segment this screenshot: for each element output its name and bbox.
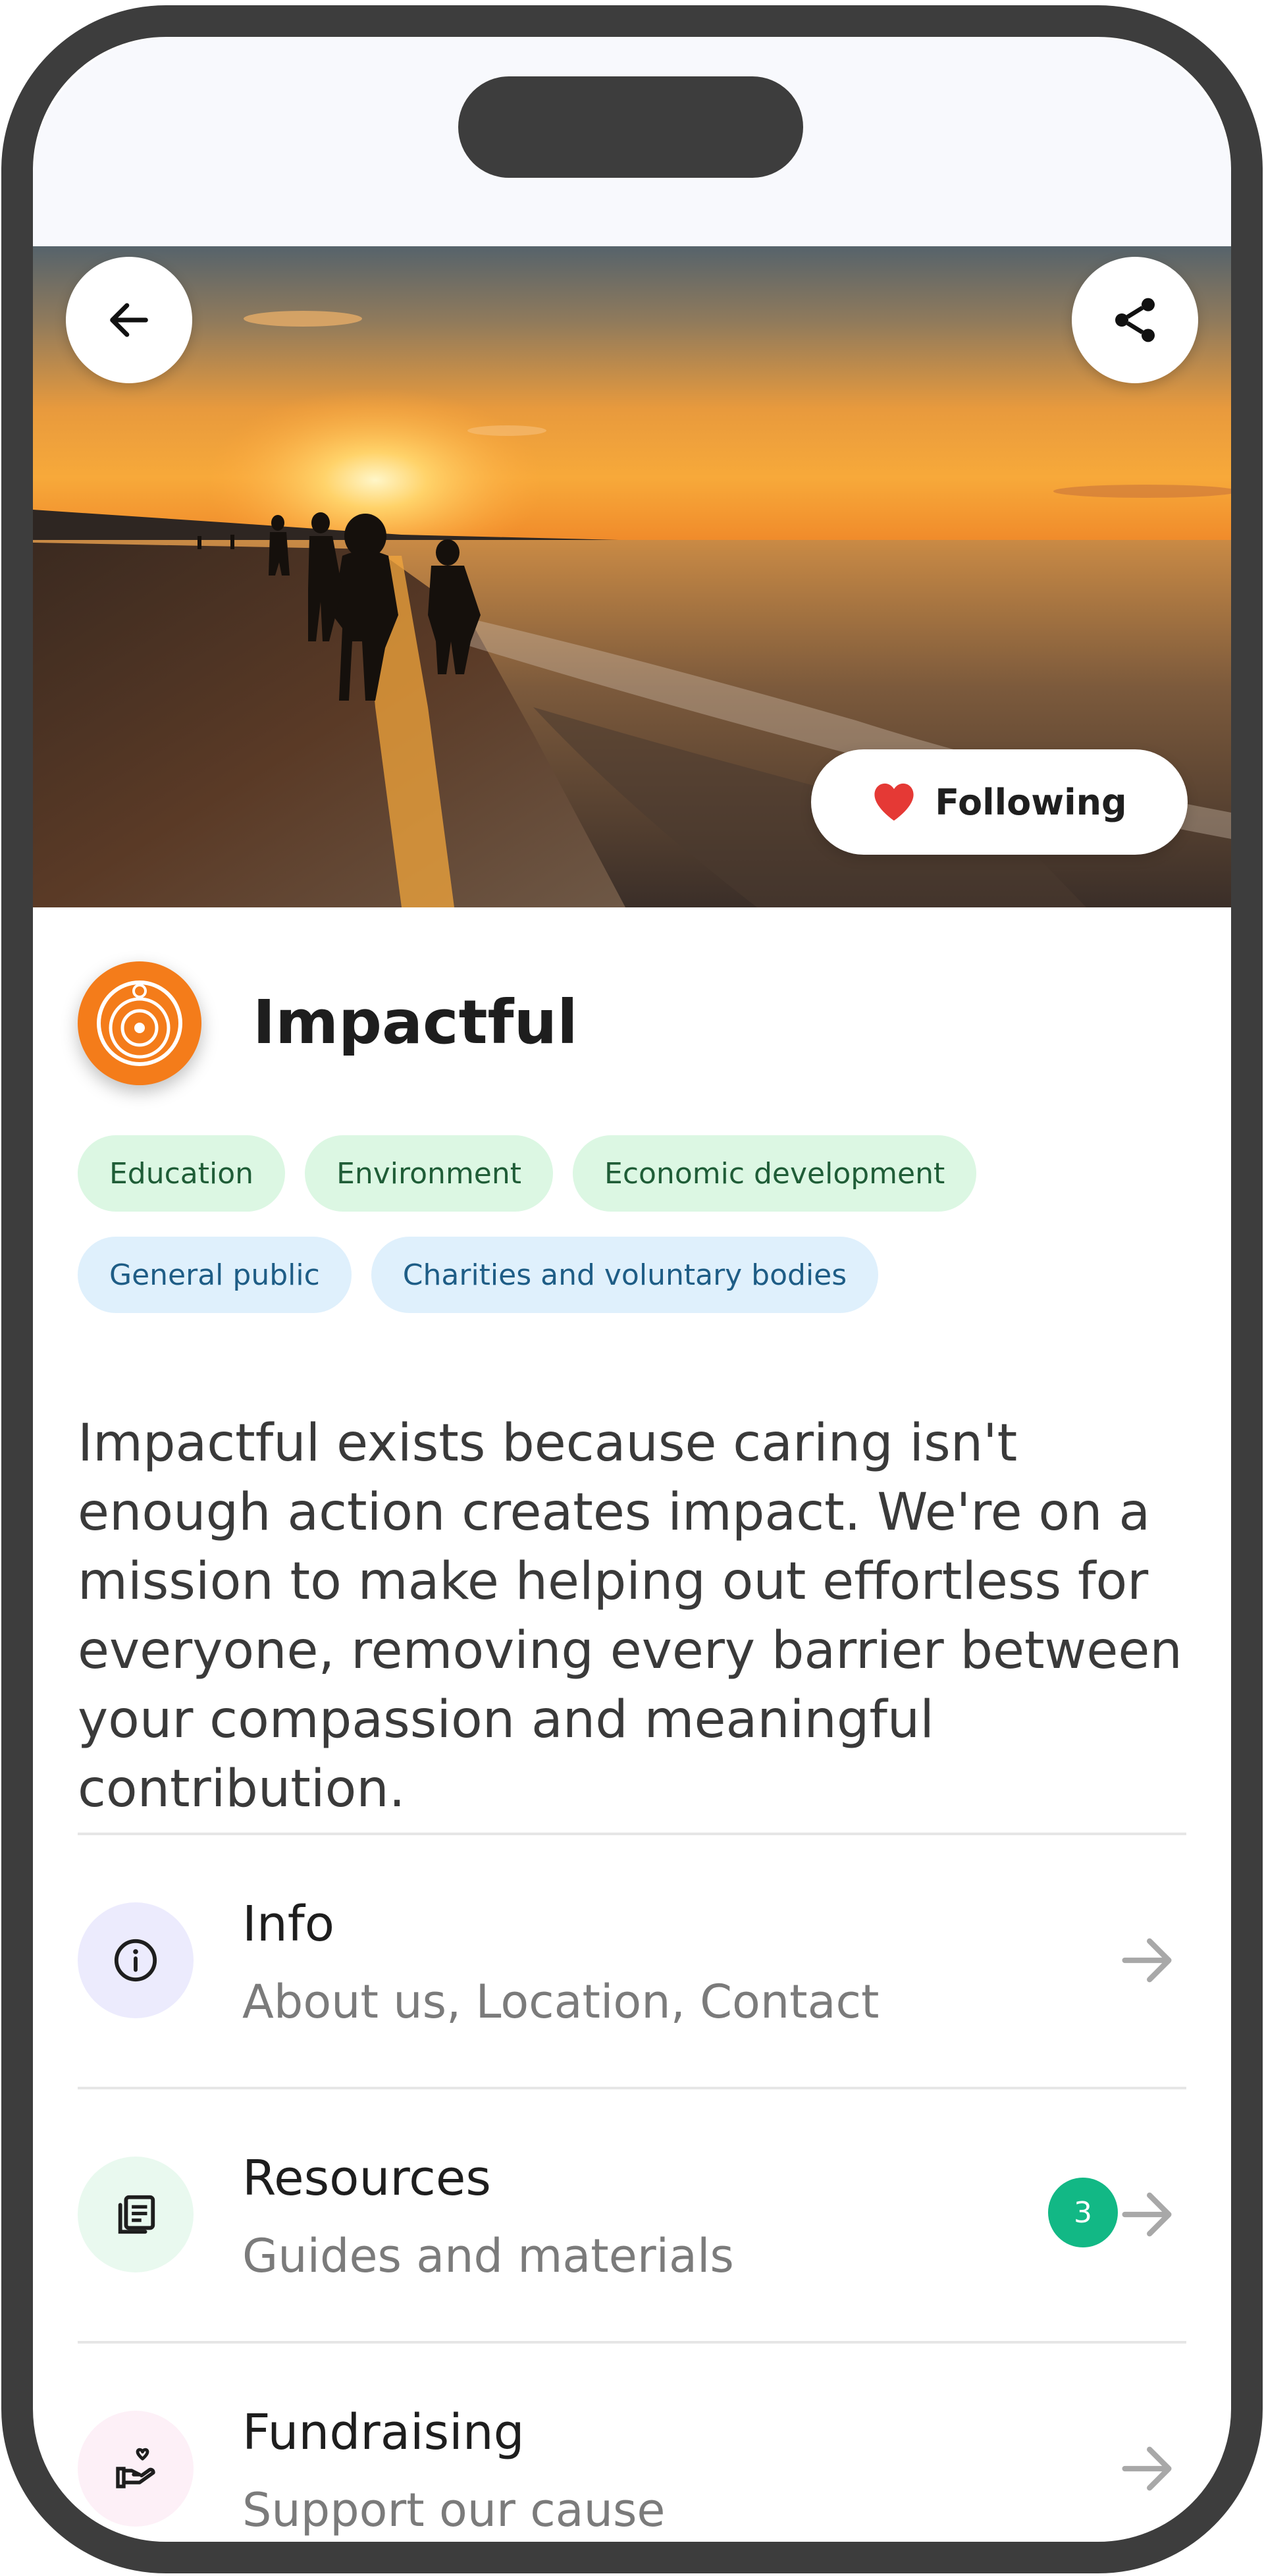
- status-bar: [33, 37, 1231, 246]
- org-name: Impactful: [253, 987, 578, 1058]
- tag-charities[interactable]: Charities and voluntary bodies: [371, 1237, 879, 1313]
- audience-tags: General public Charities and voluntary b…: [78, 1237, 879, 1313]
- menu-item-resources[interactable]: Resources Guides and materials 3: [78, 2089, 1186, 2340]
- app-screen: Impactful Education Environment Economic…: [33, 37, 1231, 2544]
- tag-economic-development[interactable]: Economic development: [573, 1135, 977, 1212]
- arrow-right-icon: [1122, 2192, 1172, 2237]
- arrow-right-icon: [1122, 1938, 1172, 1983]
- menu-item-fundraising[interactable]: Fundraising Support our cause: [78, 2344, 1186, 2544]
- cause-tags: Education Environment Economic developme…: [78, 1135, 977, 1212]
- document-icon-wrap: [78, 2157, 194, 2272]
- info-icon-wrap: [78, 1902, 194, 2018]
- menu-subtitle: About us, Location, Contact: [242, 1975, 880, 2029]
- following-button[interactable]: Following: [811, 749, 1188, 855]
- phone-frame: Impactful Education Environment Economic…: [0, 0, 1264, 2576]
- arrow-left-icon: [110, 303, 148, 337]
- info-icon: [114, 1939, 157, 1982]
- menu-title: Resources: [242, 2150, 491, 2207]
- target-rings-icon: [97, 980, 182, 1066]
- back-button[interactable]: [66, 257, 192, 383]
- org-description: Impactful exists because caring isn't en…: [78, 1414, 1182, 1819]
- count-badge: 3: [1048, 2178, 1118, 2247]
- tag-environment[interactable]: Environment: [305, 1135, 554, 1212]
- tag-general-public[interactable]: General public: [78, 1237, 352, 1313]
- following-label: Following: [935, 781, 1127, 823]
- share-button[interactable]: [1072, 257, 1198, 383]
- hand-heart-icon-wrap: [78, 2411, 194, 2527]
- document-icon: [118, 2195, 155, 2234]
- arrow-right-icon: [1122, 2446, 1172, 2491]
- menu-title: Fundraising: [242, 2404, 525, 2461]
- hand-heart-icon: [116, 2448, 155, 2488]
- menu-item-info[interactable]: Info About us, Location, Contact: [78, 1835, 1186, 2085]
- menu-title: Info: [242, 1896, 335, 1952]
- menu-subtitle: Guides and materials: [242, 2229, 734, 2283]
- heart-icon: [874, 783, 914, 821]
- org-avatar: [78, 961, 201, 1085]
- tag-education[interactable]: Education: [78, 1135, 286, 1212]
- share-icon: [1115, 298, 1155, 342]
- menu-subtitle: Support our cause: [242, 2483, 666, 2537]
- dynamic-island: [458, 76, 803, 178]
